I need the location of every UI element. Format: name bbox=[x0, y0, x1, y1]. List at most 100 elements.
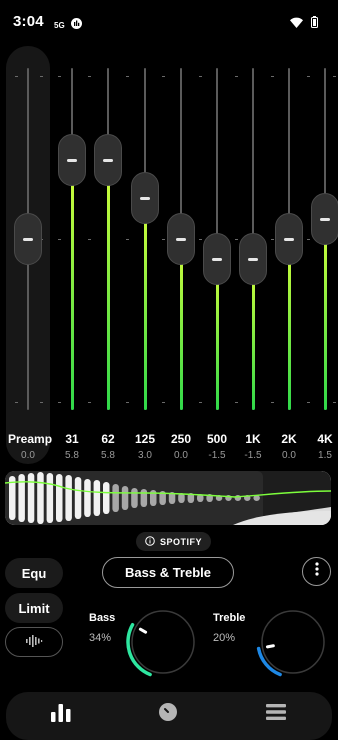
band-knob[interactable] bbox=[94, 134, 122, 187]
source-chip[interactable]: SPOTIFY bbox=[136, 532, 212, 551]
slider-fill bbox=[70, 160, 74, 410]
visualizer-bar bbox=[93, 480, 101, 516]
guide-mark bbox=[162, 76, 165, 77]
bass-value: 34% bbox=[89, 632, 112, 644]
band-value: -1.5 bbox=[244, 450, 262, 461]
dial-icon[interactable] bbox=[158, 702, 178, 727]
slider-fill bbox=[323, 218, 327, 410]
guide-mark bbox=[199, 76, 202, 77]
source-chip-label: SPOTIFY bbox=[160, 536, 203, 547]
visualizer-button[interactable] bbox=[5, 627, 63, 657]
guide-mark bbox=[88, 239, 91, 240]
band-knob[interactable] bbox=[311, 192, 338, 245]
visualizer-bar bbox=[234, 495, 242, 501]
more-options-button[interactable] bbox=[302, 557, 331, 586]
guide-mark bbox=[271, 76, 274, 77]
guide-mark bbox=[199, 402, 202, 403]
visualizer-bar bbox=[140, 489, 148, 507]
band-value: 3.0 bbox=[138, 450, 152, 461]
status-right-icons bbox=[290, 15, 318, 33]
slider-fill bbox=[106, 160, 110, 410]
guide-mark bbox=[162, 402, 165, 403]
status-time: 3:04 bbox=[13, 13, 44, 30]
band-label: 125 bbox=[134, 432, 156, 446]
band-value: 0.0 bbox=[174, 450, 188, 461]
equ-button[interactable]: Equ bbox=[5, 558, 63, 588]
band-knob[interactable] bbox=[167, 213, 195, 265]
band-label: 4K bbox=[317, 432, 333, 446]
visualizer-bar bbox=[56, 474, 63, 522]
visualizer-bar bbox=[46, 473, 54, 523]
guide-mark bbox=[126, 239, 129, 240]
band-knob[interactable] bbox=[58, 134, 86, 187]
guide-mark bbox=[235, 239, 238, 240]
visualizer-bar bbox=[84, 479, 91, 517]
band-knob[interactable] bbox=[131, 172, 159, 225]
visualizer-bar bbox=[121, 486, 129, 510]
wifi-icon bbox=[290, 15, 303, 33]
bass-label: Bass bbox=[89, 612, 116, 624]
band-label: 500 bbox=[206, 432, 228, 446]
waveform-icon bbox=[25, 634, 43, 651]
guide-mark bbox=[15, 76, 18, 77]
limit-button[interactable]: Limit bbox=[5, 593, 63, 623]
guide-mark bbox=[235, 402, 238, 403]
bass-dial[interactable] bbox=[122, 604, 204, 686]
band-value: 5.8 bbox=[65, 450, 79, 461]
band-value: 0.0 bbox=[282, 450, 296, 461]
equalizer-bars-icon[interactable] bbox=[50, 702, 72, 727]
treble-label: Treble bbox=[213, 612, 246, 624]
guide-mark bbox=[40, 402, 43, 403]
visualizer-bar bbox=[103, 482, 110, 514]
guide-mark bbox=[235, 76, 238, 77]
guide-mark bbox=[333, 76, 336, 77]
preamp-label: Preamp bbox=[8, 432, 53, 446]
guide-mark bbox=[333, 402, 336, 403]
band-knob[interactable] bbox=[275, 213, 303, 265]
guide-mark bbox=[15, 402, 18, 403]
band-value: -1.5 bbox=[208, 450, 226, 461]
band-value: 1.5 bbox=[318, 450, 332, 461]
band-knob[interactable] bbox=[203, 233, 231, 286]
guide-mark bbox=[271, 239, 274, 240]
band-value: 5.8 bbox=[101, 450, 115, 461]
bass-treble-button[interactable]: Bass & Treble bbox=[102, 557, 234, 588]
guide-mark bbox=[40, 76, 43, 77]
equalizer-app-icon bbox=[71, 16, 82, 34]
guide-mark bbox=[307, 239, 310, 240]
guide-mark bbox=[88, 402, 91, 403]
visualizer-bar bbox=[37, 472, 44, 524]
treble-indicator bbox=[265, 644, 275, 649]
guide-mark bbox=[126, 76, 129, 77]
guide-mark bbox=[162, 239, 165, 240]
visualizer-bar bbox=[112, 484, 119, 512]
info-icon bbox=[145, 535, 155, 548]
visualizer-bar bbox=[131, 488, 138, 508]
preamp-knob[interactable] bbox=[14, 213, 42, 265]
band-knob[interactable] bbox=[239, 233, 267, 286]
band-label: 2K bbox=[281, 432, 297, 446]
guide-mark bbox=[58, 239, 61, 240]
treble-dial[interactable] bbox=[244, 604, 326, 686]
treble-value: 20% bbox=[213, 632, 236, 644]
preamp-value: 0.0 bbox=[21, 450, 35, 461]
audio-visualizer bbox=[5, 471, 331, 525]
guide-mark bbox=[199, 239, 202, 240]
band-label: 250 bbox=[170, 432, 192, 446]
menu-icon[interactable] bbox=[266, 703, 286, 726]
guide-mark bbox=[58, 402, 61, 403]
battery-icon bbox=[311, 15, 318, 33]
bottom-navigation bbox=[6, 692, 332, 740]
band-label: 1K bbox=[245, 432, 261, 446]
guide-mark bbox=[307, 402, 310, 403]
status-left-icons: 5G bbox=[54, 16, 82, 34]
visualizer-bar bbox=[65, 475, 72, 521]
more-vert-icon bbox=[314, 562, 319, 581]
band-label: 31 bbox=[65, 432, 79, 446]
visualizer-bar bbox=[74, 477, 82, 519]
slider-fill bbox=[143, 198, 147, 410]
sim-icon: 5G bbox=[54, 20, 66, 31]
guide-mark bbox=[88, 76, 91, 77]
guide-mark bbox=[271, 402, 274, 403]
guide-mark bbox=[126, 402, 129, 403]
